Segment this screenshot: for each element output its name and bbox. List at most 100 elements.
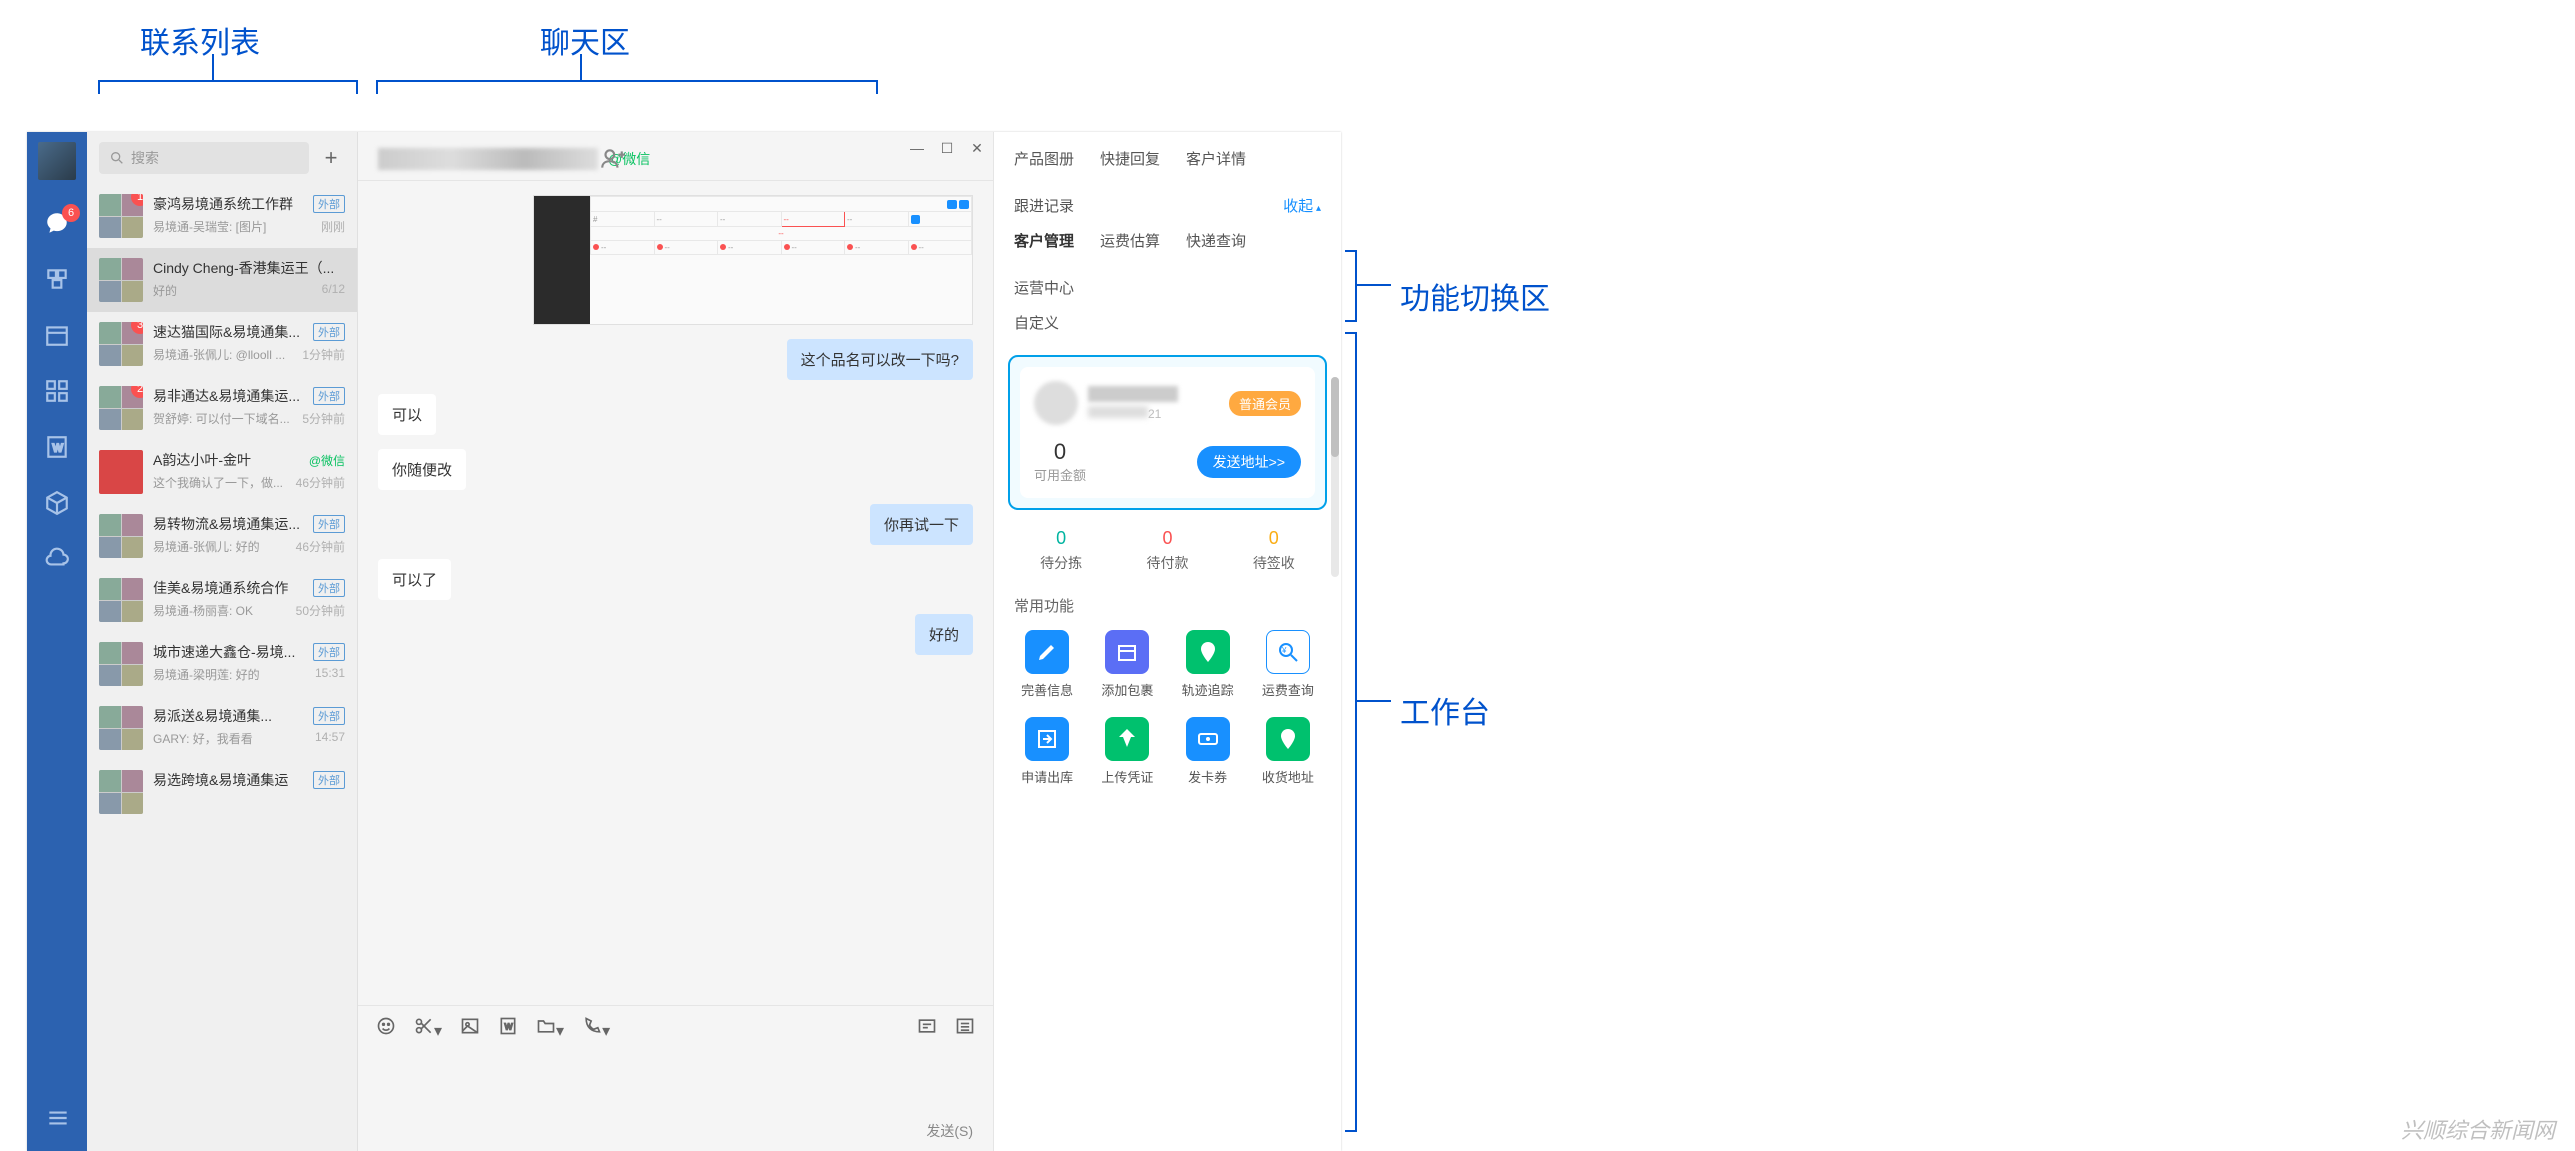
add-member-icon[interactable]: [599, 146, 625, 172]
scissors-icon[interactable]: ▾: [414, 1016, 442, 1041]
close-button[interactable]: ✕: [969, 140, 985, 157]
message-in[interactable]: 可以了: [378, 559, 451, 600]
contact-item[interactable]: 易选跨境&易境通集运外部: [87, 760, 357, 824]
external-tag: 外部: [313, 387, 345, 405]
function-out[interactable]: 申请出库: [1012, 717, 1082, 786]
contact-avatar: [99, 450, 143, 494]
collapse-button[interactable]: 收起: [1283, 195, 1321, 216]
svg-text:W: W: [53, 442, 64, 454]
contact-avatar: 3: [99, 322, 143, 366]
folder-icon[interactable]: ▾: [536, 1016, 564, 1041]
contact-name: 易非通达&易境通集运...: [153, 386, 307, 406]
contact-name: 城市速递大鑫仓-易境...: [153, 642, 307, 662]
phone-icon[interactable]: ▾: [582, 1016, 610, 1041]
stat-item[interactable]: 0待分拣: [1040, 528, 1082, 573]
message-time: 1分钟前: [302, 346, 345, 363]
function-search[interactable]: ¥ 运费查询: [1253, 630, 1323, 699]
function-box[interactable]: 添加包裹: [1092, 630, 1162, 699]
customer-avatar: [1034, 381, 1078, 425]
add-button[interactable]: +: [317, 144, 345, 172]
contact-name: 易选跨境&易境通集运: [153, 770, 307, 790]
tab-quick-reply[interactable]: 快捷回复: [1100, 148, 1160, 169]
message-out[interactable]: 你再试一下: [870, 504, 973, 545]
stat-label: 待签收: [1253, 553, 1295, 573]
send-address-button[interactable]: 发送地址>>: [1197, 446, 1301, 478]
message-time: 14:57: [315, 730, 345, 747]
search-input[interactable]: 搜索: [99, 142, 309, 174]
contact-avatar: [99, 514, 143, 558]
image-icon[interactable]: [460, 1016, 480, 1041]
tab-custom[interactable]: 自定义: [1014, 312, 1059, 333]
function-pin[interactable]: 轨迹追踪: [1173, 630, 1243, 699]
minimize-button[interactable]: —: [909, 140, 925, 157]
quote-icon[interactable]: [917, 1016, 937, 1041]
emoji-icon[interactable]: [376, 1016, 396, 1041]
stat-item[interactable]: 0待付款: [1146, 528, 1188, 573]
maximize-button[interactable]: ☐: [939, 140, 955, 157]
contact-item[interactable]: 1豪鸿易境通系统工作群外部易境通-吴瑞莹: [图片]刚刚: [87, 184, 357, 248]
message-in[interactable]: 你随便改: [378, 449, 466, 490]
function-upload[interactable]: 上传凭证: [1092, 717, 1162, 786]
menu-icon[interactable]: [45, 1105, 71, 1131]
chat-header: @微信: [358, 132, 993, 181]
search-icon: ¥: [1266, 630, 1310, 674]
contact-item[interactable]: Cindy Cheng-香港集运王（...好的6/12: [87, 248, 357, 312]
apps-icon[interactable]: [44, 378, 70, 404]
customer-card: 21 普通会员 0 可用金额 发送地址>>: [1008, 355, 1327, 510]
external-tag: 外部: [313, 643, 345, 661]
tab-customer-mgmt[interactable]: 客户管理: [1014, 230, 1074, 251]
message-out[interactable]: 这个品名可以改一下吗?: [787, 339, 973, 380]
user-avatar[interactable]: [38, 142, 76, 180]
calendar-icon[interactable]: [44, 322, 70, 348]
contact-name: A韵达小叶-金叶: [153, 450, 303, 470]
tab-express-query[interactable]: 快递查询: [1186, 230, 1246, 251]
contact-item[interactable]: 易转物流&易境通集运...外部易境通-张佩儿: 好的46分钟前: [87, 504, 357, 568]
message-preview: 这个我确认了一下，做...: [153, 474, 290, 491]
contact-name: 佳美&易境通系统合作: [153, 578, 307, 598]
contact-panel: 搜索 + 1豪鸿易境通系统工作群外部易境通-吴瑞莹: [图片]刚刚Cindy C…: [87, 132, 358, 1151]
message-out[interactable]: 好的: [915, 614, 973, 655]
image-message[interactable]: #-------- -- ------------: [533, 195, 973, 325]
contacts-icon[interactable]: [44, 266, 70, 292]
tab-product-album[interactable]: 产品图册: [1014, 148, 1074, 169]
function-edit[interactable]: 完善信息: [1012, 630, 1082, 699]
out-icon: [1025, 717, 1069, 761]
contact-name: 易派送&易境通集...: [153, 706, 307, 726]
list-icon[interactable]: [955, 1016, 975, 1041]
cloud-icon[interactable]: [44, 546, 70, 572]
external-tag: 外部: [313, 579, 345, 597]
word-icon[interactable]: W: [498, 1016, 518, 1041]
tab-customer-detail[interactable]: 客户详情: [1186, 148, 1246, 169]
function-label: 收货地址: [1253, 767, 1323, 786]
contact-name: 易转物流&易境通集运...: [153, 514, 307, 534]
tab-follow-record[interactable]: 跟进记录: [1014, 195, 1074, 216]
function-addr[interactable]: 收货地址: [1253, 717, 1323, 786]
annotation-contact-list: 联系列表: [140, 18, 260, 62]
stat-number: 0: [1253, 528, 1295, 549]
common-functions-title: 常用功能: [1014, 595, 1321, 616]
contact-item[interactable]: 佳美&易境通系统合作外部易境通-杨丽喜: OK50分钟前: [87, 568, 357, 632]
cube-icon[interactable]: [44, 490, 70, 516]
svg-text:W: W: [505, 1021, 513, 1031]
chat-icon[interactable]: 6: [44, 210, 70, 236]
external-tag: 外部: [313, 515, 345, 533]
chat-title: [378, 148, 598, 170]
work-body: 21 普通会员 0 可用金额 发送地址>> 0待分拣 0待付款 0 待签收: [994, 355, 1341, 1151]
tab-ops-center[interactable]: 运营中心: [1014, 277, 1074, 298]
function-ticket[interactable]: 发卡券: [1173, 717, 1243, 786]
contact-item[interactable]: 易派送&易境通集...外部GARY: 好，我看看14:57: [87, 696, 357, 760]
message-in[interactable]: 可以: [378, 394, 436, 435]
contact-item[interactable]: 2易非通达&易境通集运...外部贺舒婷: 可以付一下域名...5分钟前: [87, 376, 357, 440]
function-label: 运费查询: [1253, 680, 1323, 699]
external-tag: 外部: [313, 323, 345, 341]
contact-item[interactable]: A韵达小叶-金叶@微信这个我确认了一下，做...46分钟前: [87, 440, 357, 504]
scrollbar[interactable]: [1331, 377, 1339, 577]
contact-item[interactable]: 3速达猫国际&易境通集...外部易境通-张佩儿: @llooll ...1分钟前: [87, 312, 357, 376]
contact-item[interactable]: 城市速递大鑫仓-易境...外部易境通-梁明莲: 好的15:31: [87, 632, 357, 696]
chat-input[interactable]: 发送(S): [358, 1051, 993, 1151]
tab-freight-calc[interactable]: 运费估算: [1100, 230, 1160, 251]
send-button[interactable]: 发送(S): [926, 1121, 973, 1141]
bracket-chat: [376, 80, 876, 82]
docs-icon[interactable]: W: [44, 434, 70, 460]
stat-item[interactable]: 0 待签收: [1253, 528, 1295, 573]
